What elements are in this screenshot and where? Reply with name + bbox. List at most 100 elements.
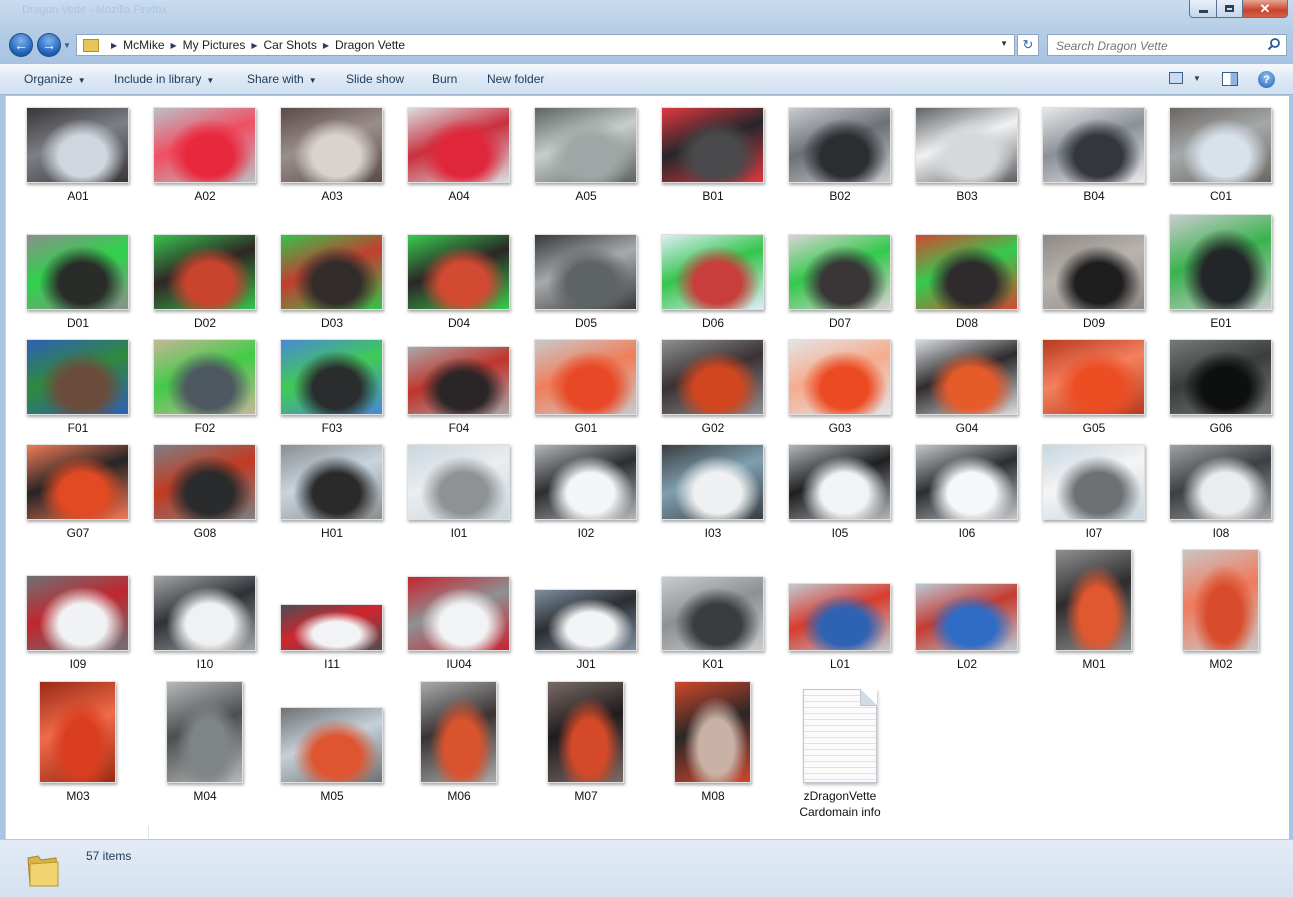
photo-thumbnail xyxy=(661,444,764,520)
photo-thumbnail xyxy=(788,583,891,651)
file-name: zDragonVette Cardomain info xyxy=(799,789,881,819)
address-dropdown-icon[interactable]: ▼ xyxy=(1000,39,1008,48)
file-name: D01 xyxy=(66,316,89,330)
photo-thumbnail xyxy=(1055,549,1132,651)
refresh-button[interactable]: ↻ xyxy=(1017,34,1039,56)
new-folder-button[interactable]: New folder xyxy=(487,72,544,86)
file-name: B03 xyxy=(956,189,978,203)
recent-pages-dropdown[interactable]: ▼ xyxy=(63,41,71,50)
burn-button[interactable]: Burn xyxy=(432,72,457,86)
search-input[interactable] xyxy=(1054,36,1268,56)
photo-thumbnail xyxy=(915,234,1018,310)
photo-thumbnail xyxy=(280,444,383,520)
search-icon[interactable] xyxy=(1267,37,1281,51)
file-name: D09 xyxy=(1082,316,1105,330)
file-name: I05 xyxy=(831,526,849,540)
file-name: C01 xyxy=(1209,189,1232,203)
photo-thumbnail xyxy=(534,589,637,651)
file-name: I08 xyxy=(1212,526,1230,540)
file-name: D04 xyxy=(447,316,470,330)
file-name: H01 xyxy=(320,526,343,540)
view-options-dropdown-icon[interactable]: ▼ xyxy=(1193,74,1201,83)
file-name: M06 xyxy=(447,789,471,803)
title-bar[interactable]: Dragon Vette - Mozilla Firefox ✕ xyxy=(0,0,1293,28)
refresh-icon: ↻ xyxy=(1022,37,1034,52)
maximize-button[interactable] xyxy=(1216,0,1243,18)
breadcrumb-mcmike[interactable]: McMike xyxy=(123,38,164,52)
photo-thumbnail xyxy=(915,583,1018,651)
photo-thumbnail xyxy=(1042,444,1145,520)
file-name: F02 xyxy=(194,421,216,435)
back-arrow-icon: ← xyxy=(14,37,28,53)
close-button[interactable]: ✕ xyxy=(1242,0,1288,18)
change-view-icon[interactable] xyxy=(1169,72,1183,84)
photo-thumbnail xyxy=(915,339,1018,415)
chevron-down-icon: ▼ xyxy=(206,76,215,85)
file-name: B04 xyxy=(1083,189,1105,203)
file-name: F04 xyxy=(448,421,470,435)
file-name: K01 xyxy=(702,657,724,671)
file-name: M04 xyxy=(193,789,217,803)
photo-thumbnail xyxy=(420,681,497,783)
preview-pane-icon[interactable] xyxy=(1222,72,1238,86)
back-button[interactable]: ← xyxy=(9,33,33,57)
photo-thumbnail xyxy=(1169,444,1272,520)
photo-thumbnail xyxy=(661,339,764,415)
chevron-right-icon[interactable]: ▶ xyxy=(171,41,177,50)
file-name: IU04 xyxy=(446,657,472,671)
search-box[interactable] xyxy=(1047,34,1287,56)
chevron-down-icon: ▼ xyxy=(77,76,86,85)
help-icon[interactable]: ? xyxy=(1258,71,1275,88)
file-name: M08 xyxy=(701,789,725,803)
photo-thumbnail xyxy=(280,107,383,183)
file-name: A01 xyxy=(67,189,89,203)
file-list[interactable]: A01 A02 A03 A04 A05 B01 B02 B03 B04 C01 D01 D02 D03 D… xyxy=(5,96,1289,839)
chevron-right-icon[interactable]: ▶ xyxy=(323,41,329,50)
breadcrumb-dragon-vette[interactable]: Dragon Vette xyxy=(335,38,405,52)
slide-show-button[interactable]: Slide show xyxy=(346,72,404,86)
photo-thumbnail xyxy=(26,444,129,520)
file-name: B01 xyxy=(702,189,724,203)
breadcrumb-car-shots[interactable]: Car Shots xyxy=(264,38,317,52)
window-title: Dragon Vette - Mozilla Firefox xyxy=(22,4,167,16)
photo-thumbnail xyxy=(407,346,510,415)
share-with-button[interactable]: Share with ▼ xyxy=(247,72,317,86)
photo-thumbnail xyxy=(1042,339,1145,415)
folder-icon xyxy=(27,855,59,887)
chevron-right-icon[interactable]: ▶ xyxy=(111,41,117,50)
organize-button[interactable]: Organize ▼ xyxy=(24,72,86,86)
photo-thumbnail xyxy=(166,681,243,783)
file-name: A02 xyxy=(194,189,216,203)
file-name: M03 xyxy=(66,789,90,803)
include-in-library-button[interactable]: Include in library ▼ xyxy=(114,72,214,86)
file-name: G01 xyxy=(574,421,598,435)
photo-thumbnail xyxy=(788,107,891,183)
photo-thumbnail xyxy=(661,107,764,183)
file-name: G07 xyxy=(66,526,90,540)
photo-thumbnail xyxy=(280,339,383,415)
minimize-button[interactable] xyxy=(1189,0,1217,18)
file-name: J01 xyxy=(576,657,596,671)
photo-thumbnail xyxy=(1169,214,1272,310)
forward-arrow-icon: → xyxy=(42,37,56,53)
organize-label: Organize xyxy=(24,72,73,86)
photo-thumbnail xyxy=(407,444,510,520)
file-name: D03 xyxy=(320,316,343,330)
file-name: G02 xyxy=(701,421,725,435)
photo-thumbnail xyxy=(407,576,510,651)
file-name: G04 xyxy=(955,421,979,435)
photo-thumbnail xyxy=(407,234,510,310)
file-name: D08 xyxy=(955,316,978,330)
details-pane: 57 items xyxy=(0,839,1293,897)
chevron-right-icon[interactable]: ▶ xyxy=(251,41,257,50)
photo-thumbnail xyxy=(280,707,383,783)
address-bar[interactable]: ▶ McMike ▶ My Pictures ▶ Car Shots ▶ Dra… xyxy=(76,34,1015,56)
breadcrumb-my-pictures[interactable]: My Pictures xyxy=(183,38,246,52)
file-name: M01 xyxy=(1082,657,1106,671)
explorer-window: Dragon Vette - Mozilla Firefox ✕ ← → ▼ ▶… xyxy=(0,0,1293,897)
forward-button[interactable]: → xyxy=(37,33,61,57)
file-name: G03 xyxy=(828,421,852,435)
folder-icon xyxy=(83,38,99,52)
photo-thumbnail xyxy=(1042,234,1145,310)
photo-thumbnail xyxy=(547,681,624,783)
